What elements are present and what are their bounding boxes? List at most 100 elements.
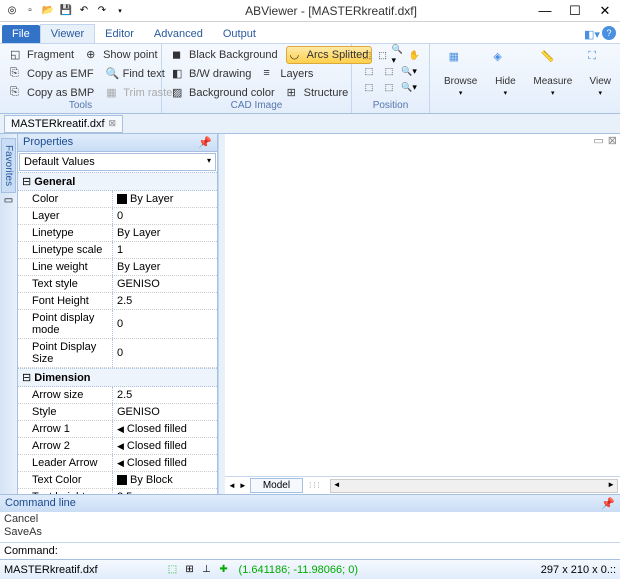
app-icon: ◎ — [4, 3, 20, 19]
horizontal-scrollbar[interactable] — [330, 479, 618, 493]
property-row: Point Display Size0 — [18, 339, 217, 368]
menu-bar: File Viewer Editor Advanced Output — [0, 22, 620, 44]
property-value[interactable]: ◀Closed filled — [113, 421, 217, 437]
qat-dropdown-icon[interactable]: ▾ — [112, 3, 128, 19]
category-header[interactable]: General — [18, 172, 217, 191]
property-value[interactable]: 2.5 — [113, 293, 217, 309]
layers-button[interactable]: ≡Layers — [259, 65, 317, 83]
zoom-out-button[interactable]: 🔍▾ — [400, 64, 418, 78]
property-value[interactable]: 0 — [113, 310, 217, 338]
measure-button[interactable]: 📏Measure▾ — [525, 48, 580, 113]
status-icon[interactable]: ⊞ — [183, 563, 197, 577]
property-key: Point display mode — [18, 310, 113, 338]
category-header[interactable]: Dimension — [18, 368, 217, 387]
property-value[interactable]: ◀Closed filled — [113, 455, 217, 471]
black-bg-button[interactable]: ◼Black Background — [168, 46, 282, 64]
drawing-view[interactable] — [225, 148, 620, 476]
status-icon[interactable]: ✚ — [217, 563, 231, 577]
status-icon[interactable]: ⊥ — [200, 563, 214, 577]
copy-emf-button[interactable]: ⎘Copy as EMF — [6, 65, 98, 83]
property-value[interactable]: By Layer — [113, 225, 217, 241]
property-value[interactable]: GENISO — [113, 404, 217, 420]
view-button[interactable]: ⛶View▾ — [580, 48, 620, 113]
tab-output[interactable]: Output — [213, 25, 266, 43]
panel-title: Properties — [23, 136, 73, 149]
pos-btn[interactable]: ⬚ — [360, 80, 378, 94]
property-value[interactable]: ◀Closed filled — [113, 438, 217, 454]
browse-button[interactable]: ▦Browse▾ — [436, 48, 485, 113]
property-value[interactable]: By Layer — [113, 191, 217, 207]
tab-nav-right[interactable]: ► — [239, 481, 247, 490]
pos-btn[interactable]: ⬚ — [360, 64, 378, 78]
favorites-tab[interactable]: Favorites — [1, 138, 16, 193]
command-history: Cancel SaveAs — [0, 512, 620, 542]
show-point-button[interactable]: ⊕Show point — [82, 46, 161, 64]
property-key: Point Display Size — [18, 339, 113, 367]
object-combo[interactable]: Default Values▾ — [19, 153, 216, 171]
minimize-button[interactable]: — — [530, 1, 560, 21]
canvas-area: ▭⊠ ◄ ► Model ⁞⁞⁞ — [225, 134, 620, 494]
open-icon[interactable]: 📂 — [40, 3, 56, 19]
property-key: Arrow 2 — [18, 438, 113, 454]
zoom-in-button[interactable]: 🔍▾ — [392, 48, 406, 62]
copy-icon: ⎘ — [10, 86, 24, 100]
style-icon[interactable]: ◧▾ — [584, 26, 600, 42]
property-value[interactable]: 0 — [113, 339, 217, 367]
status-icon[interactable]: ⬚ — [166, 563, 180, 577]
property-value[interactable]: 0 — [113, 208, 217, 224]
tab-file[interactable]: File — [2, 25, 40, 43]
close-tab-icon[interactable]: ⊠ — [109, 118, 117, 129]
redo-icon[interactable]: ↷ — [94, 3, 110, 19]
sidebar-icon[interactable]: ▭ — [4, 195, 13, 206]
mini-btn[interactable]: ⊠ — [608, 134, 617, 148]
hand-button[interactable]: ✋ — [407, 48, 421, 62]
hide-button[interactable]: ◈Hide▾ — [485, 48, 525, 113]
property-value[interactable]: 2.5 — [113, 489, 217, 494]
pin-icon[interactable]: 📌 — [198, 136, 212, 149]
property-value[interactable]: By Layer — [113, 259, 217, 275]
pos-btn[interactable]: ⬚ — [360, 48, 374, 62]
property-value[interactable]: By Block — [113, 472, 217, 488]
pos-btn[interactable]: ⬚ — [380, 80, 398, 94]
fragment-icon: ◱ — [10, 48, 24, 62]
bg-icon: ◼ — [172, 48, 186, 62]
property-key: Linetype — [18, 225, 113, 241]
property-value[interactable]: 1 — [113, 242, 217, 258]
undo-icon[interactable]: ↶ — [76, 3, 92, 19]
tab-advanced[interactable]: Advanced — [144, 25, 213, 43]
document-tab[interactable]: MASTERkreatif.dxf⊠ — [4, 115, 123, 133]
property-row: LinetypeBy Layer — [18, 225, 217, 242]
property-key: Arrow size — [18, 387, 113, 403]
pos-btn[interactable]: ⬚ — [376, 48, 390, 62]
chevron-down-icon: ▾ — [207, 156, 211, 168]
pin-icon[interactable]: 📌 — [601, 497, 615, 510]
help-icon[interactable]: ? — [602, 26, 616, 40]
status-filename: MASTERkreatif.dxf — [4, 564, 98, 576]
pos-btn[interactable]: ⬚ — [380, 64, 398, 78]
quick-access-toolbar: ◎ ▫ 📂 💾 ↶ ↷ ▾ — [0, 3, 132, 19]
new-icon[interactable]: ▫ — [22, 3, 38, 19]
copy-icon: ⎘ — [10, 67, 24, 81]
fragment-button[interactable]: ◱Fragment — [6, 46, 78, 64]
property-row: Linetype scale1 — [18, 242, 217, 259]
search-icon: 🔍 — [106, 67, 120, 81]
tab-nav-left[interactable]: ◄ — [225, 481, 239, 490]
property-value[interactable]: GENISO — [113, 276, 217, 292]
find-text-button[interactable]: 🔍Find text — [102, 65, 169, 83]
maximize-button[interactable]: ☐ — [560, 1, 590, 21]
close-button[interactable]: ✕ — [590, 1, 620, 21]
property-row: Line weightBy Layer — [18, 259, 217, 276]
title-bar: ◎ ▫ 📂 💾 ↶ ↷ ▾ ABViewer - [MASTERkreatif.… — [0, 0, 620, 22]
property-value[interactable]: 2.5 — [113, 387, 217, 403]
zoom-fit-button[interactable]: 🔍▾ — [400, 80, 418, 94]
mini-btn[interactable]: ▭ — [593, 134, 603, 148]
bw-drawing-button[interactable]: ◧B/W drawing — [168, 65, 255, 83]
tab-editor[interactable]: Editor — [95, 25, 144, 43]
command-input[interactable] — [62, 543, 620, 559]
tab-viewer[interactable]: Viewer — [40, 24, 95, 43]
panel-title: Command line — [5, 497, 76, 510]
property-key: Font Height — [18, 293, 113, 309]
splitter[interactable] — [218, 134, 225, 494]
save-icon[interactable]: 💾 — [58, 3, 74, 19]
model-tab[interactable]: Model — [250, 478, 303, 493]
